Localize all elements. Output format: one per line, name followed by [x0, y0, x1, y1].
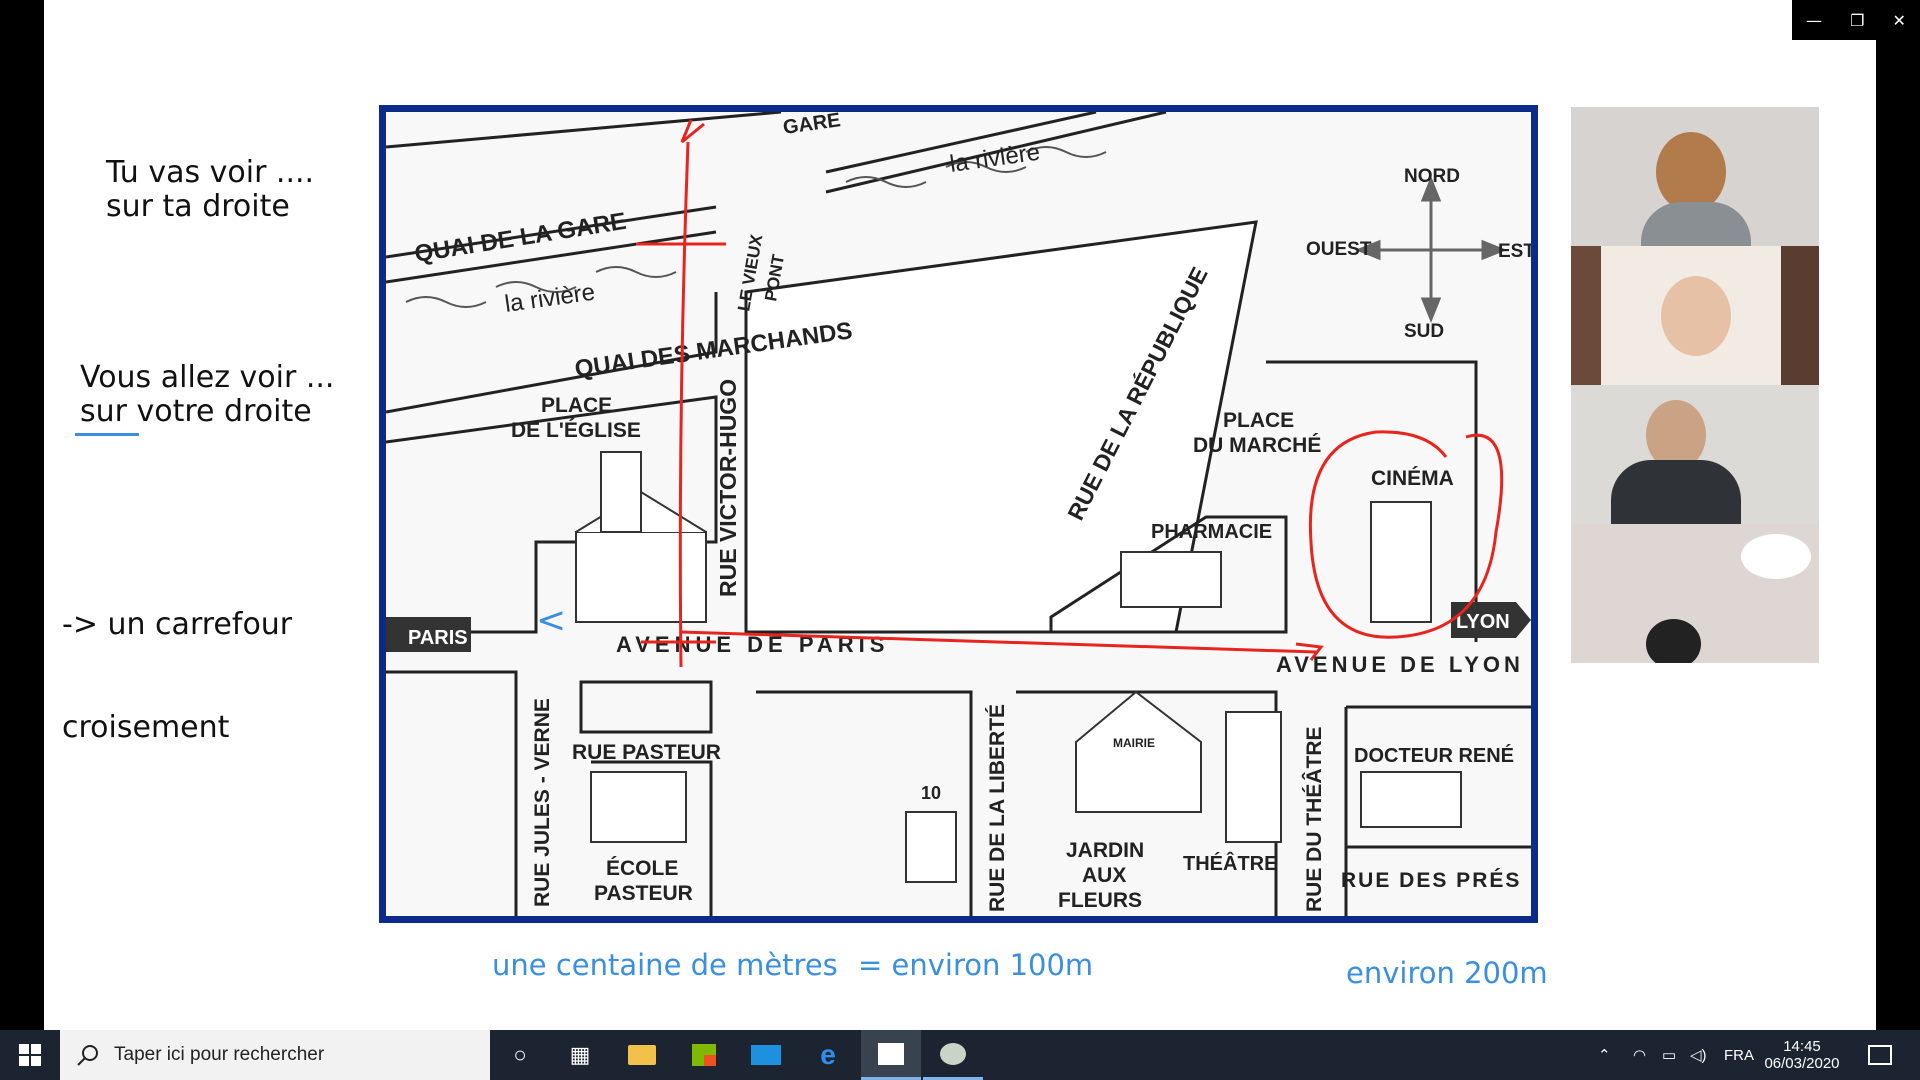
- battery-icon[interactable]: ▭: [1662, 1030, 1676, 1080]
- label-rue-des-pres: RUE DES PRÉS: [1341, 869, 1521, 892]
- cinema-building: [1370, 501, 1432, 623]
- pharmacy-building: [1120, 551, 1222, 608]
- network-icon[interactable]: ◠: [1633, 1030, 1646, 1080]
- note-environ-100m: = environ 100m: [858, 948, 1094, 982]
- taskbar: Taper ici pour rechercher ○ ▦ e ⌃ ◠ ▭ ◁)…: [0, 1030, 1920, 1080]
- participant-avatar: [1661, 276, 1731, 356]
- label-place-eglise-2: DE L'ÉGLISE: [511, 419, 641, 442]
- theatre-building: [1225, 711, 1282, 843]
- note-carrefour: -> un carrefour: [62, 607, 293, 642]
- label-jardin-1: JARDIN: [1066, 839, 1144, 862]
- video-participant-4[interactable]: [1571, 524, 1819, 663]
- note-sur-votre-droite: sur votre droite: [80, 394, 312, 429]
- label-place-eglise-1: PLACE: [541, 394, 612, 417]
- task-view-icon[interactable]: ▦: [550, 1030, 610, 1080]
- blue-underline: [75, 433, 139, 436]
- mairie-building: [1075, 690, 1202, 813]
- compass-rose: [1354, 175, 1508, 324]
- window-controls: — ❐ ✕: [1792, 0, 1920, 40]
- language-indicator[interactable]: FRA: [1724, 1030, 1754, 1080]
- church-building: [575, 531, 707, 623]
- label-sud: SUD: [1404, 321, 1444, 342]
- show-hidden-icons[interactable]: ⌃: [1598, 1030, 1611, 1080]
- clock[interactable]: 14:45 06/03/2020: [1762, 1030, 1842, 1080]
- store-icon[interactable]: [674, 1030, 734, 1080]
- edge-icon[interactable]: e: [798, 1030, 858, 1080]
- restore-icon[interactable]: ❐: [1850, 11, 1864, 30]
- participant-avatar: [1656, 132, 1726, 212]
- school-building: [590, 771, 687, 843]
- label-place-marche-1: PLACE: [1223, 409, 1294, 432]
- label-ecole-1: ÉCOLE: [606, 857, 678, 880]
- label-rue-pasteur: RUE PASTEUR: [572, 741, 721, 764]
- map-drawing: QUAI DE LA GARE GARE la rivière la riviè…: [386, 112, 1531, 916]
- church-tower: [600, 451, 642, 533]
- note-tu-vas-voir: Tu vas voir ....: [106, 155, 315, 190]
- clock-time: 14:45: [1783, 1038, 1821, 1055]
- doctor-building: [1360, 771, 1462, 828]
- mail-icon[interactable]: [736, 1030, 796, 1080]
- note-sur-ta-droite: sur ta droite: [106, 189, 290, 224]
- label-theatre: THÉÂTRE: [1183, 851, 1277, 875]
- label-lyon-sign: LYON: [1456, 611, 1510, 633]
- label-place-marche-2: DU MARCHÉ: [1193, 434, 1321, 457]
- search-icon: [77, 1045, 98, 1066]
- label-gare: GARE: [782, 112, 842, 139]
- video-participant-2[interactable]: [1571, 246, 1819, 385]
- label-rue-theatre: RUE DU THÉÂTRE: [1302, 726, 1326, 912]
- note-croisement: croisement: [62, 710, 230, 745]
- cortana-icon[interactable]: ○: [490, 1030, 550, 1080]
- block-edge: [386, 670, 518, 916]
- label-mairie: MAIRIE: [1113, 736, 1155, 750]
- road-edge: [386, 112, 782, 149]
- file-explorer-icon[interactable]: [612, 1030, 672, 1080]
- label-cinema: CINÉMA: [1371, 467, 1454, 490]
- video-participant-3[interactable]: [1571, 385, 1819, 524]
- note-vous-allez-voir: Vous allez voir ...: [80, 360, 335, 395]
- label-nord: NORD: [1404, 166, 1460, 187]
- label-est: EST: [1498, 241, 1531, 262]
- town-map: QUAI DE LA GARE GARE la rivière la riviè…: [379, 105, 1538, 923]
- volume-icon[interactable]: ◁): [1690, 1030, 1707, 1080]
- close-icon[interactable]: ✕: [1893, 11, 1906, 30]
- label-paris-sign: PARIS: [408, 627, 468, 649]
- paint-icon[interactable]: [923, 1030, 983, 1080]
- taskbar-search[interactable]: Taper ici pour rechercher: [60, 1030, 490, 1080]
- minimize-icon[interactable]: —: [1806, 11, 1822, 30]
- label-rue-victor-hugo: RUE VICTOR-HUGO: [715, 379, 741, 597]
- clock-date: 06/03/2020: [1764, 1055, 1840, 1072]
- block: [579, 680, 713, 734]
- label-riviere-left: la rivière: [503, 279, 597, 318]
- video-participant-1[interactable]: [1571, 107, 1819, 246]
- blue-arrow-annotation: <: [536, 600, 566, 641]
- label-jardin-2: AUX: [1082, 864, 1126, 887]
- windows-icon: [19, 1044, 41, 1066]
- label-riviere-right: la rivière: [948, 139, 1042, 178]
- label-jardin-3: FLEURS: [1058, 889, 1142, 912]
- label-ouest: OUEST: [1306, 239, 1372, 260]
- note-centaine: une centaine de mètres: [492, 948, 838, 982]
- building-10: [905, 811, 957, 883]
- label-rue-liberte: RUE DE LA LIBERTÉ: [986, 704, 1009, 912]
- label-rue-jules-verne: RUE JULES - VERNE: [531, 698, 554, 907]
- notifications-icon[interactable]: [1868, 1030, 1892, 1080]
- start-button[interactable]: [0, 1030, 60, 1080]
- participant-avatar: [1646, 619, 1701, 663]
- label-quai-gare: QUAI DE LA GARE: [413, 208, 628, 268]
- search-placeholder: Taper ici pour rechercher: [114, 1044, 325, 1065]
- label-pharmacie: PHARMACIE: [1151, 521, 1272, 543]
- note-environ-200m: environ 200m: [1346, 956, 1548, 990]
- media-player-icon[interactable]: [861, 1030, 921, 1080]
- label-number-10: 10: [921, 783, 941, 803]
- label-ecole-2: PASTEUR: [594, 882, 693, 905]
- label-docteur-rene: DOCTEUR RENÉ: [1354, 744, 1514, 767]
